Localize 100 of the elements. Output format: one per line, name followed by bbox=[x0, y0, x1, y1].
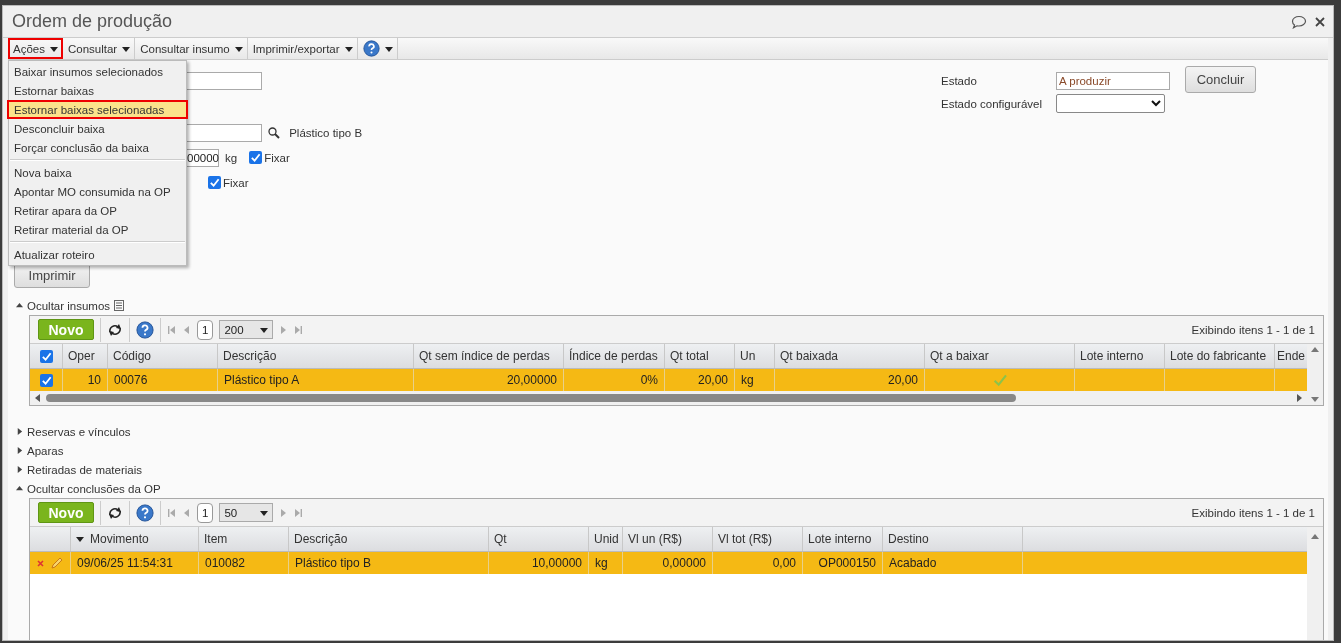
table-cell: Plástico tipo B bbox=[289, 552, 489, 574]
field-label: Estado bbox=[941, 75, 978, 87]
conclude-button[interactable]: Concluir bbox=[1185, 66, 1256, 93]
caret-icon bbox=[384, 44, 393, 53]
pencil-icon[interactable] bbox=[50, 556, 63, 570]
scroll-up-icon bbox=[1311, 346, 1319, 354]
product-name: Plástico tipo B bbox=[288, 126, 363, 139]
scroll-up-icon bbox=[1311, 533, 1319, 541]
column-header[interactable]: Vl un (R$) bbox=[623, 527, 713, 551]
help-icon[interactable] bbox=[136, 320, 154, 339]
checkbox-label: Fixar bbox=[264, 151, 290, 164]
scroll-down-icon bbox=[1311, 395, 1319, 403]
menu-item[interactable]: Nova baixa bbox=[9, 163, 186, 182]
column-header[interactable]: Unid bbox=[589, 527, 623, 551]
field-label: Estado configurável bbox=[941, 97, 1043, 110]
caret-icon bbox=[344, 44, 353, 53]
help-icon[interactable] bbox=[362, 40, 380, 57]
caret-icon bbox=[49, 44, 58, 53]
column-header[interactable]: Lote interno bbox=[1075, 344, 1165, 368]
caret-icon bbox=[16, 302, 23, 309]
column-header[interactable]: Oper bbox=[63, 344, 108, 368]
table-cell: Acabado bbox=[883, 552, 1023, 574]
table-cell: 10,00000 bbox=[489, 552, 589, 574]
refresh-icon[interactable] bbox=[107, 322, 123, 337]
table-cell: 09/06/25 11:54:31 bbox=[71, 552, 199, 574]
row-checkbox[interactable] bbox=[39, 373, 53, 387]
table-row[interactable]: 09/06/25 11:54:31 010082 Plástico tipo B 10,00000 kg 0,00000 0,00 OP000150 Acabado bbox=[30, 552, 1307, 574]
column-header[interactable]: Un bbox=[735, 344, 775, 368]
caret-icon bbox=[260, 325, 269, 334]
page-size-select[interactable]: 50 bbox=[219, 503, 274, 522]
column-header[interactable]: Lote do fabricante bbox=[1165, 344, 1275, 368]
menu-button[interactable]: Consultar insumo bbox=[135, 38, 248, 59]
column-header[interactable]: Índice de perdas bbox=[564, 344, 665, 368]
menu-item[interactable]: Apontar MO consumida na OP bbox=[9, 182, 186, 201]
check-icon bbox=[209, 177, 220, 188]
menu-button[interactable]: Consultar bbox=[62, 38, 136, 59]
caret-icon bbox=[16, 447, 23, 454]
menu-item[interactable]: Retirar apara da OP bbox=[9, 201, 186, 220]
state-select[interactable] bbox=[1056, 94, 1165, 113]
caret-icon bbox=[76, 535, 84, 543]
section-toggle[interactable]: Reservas e vínculos bbox=[8, 422, 1328, 441]
window-title: Ordem de produção bbox=[12, 11, 173, 32]
column-header[interactable]: Código bbox=[108, 344, 218, 368]
input-field[interactable] bbox=[184, 71, 262, 90]
table-cell: 0,00 bbox=[713, 552, 803, 574]
items-summary: Exibindo itens 1 - 1 de 1 bbox=[1191, 506, 1315, 519]
column-header[interactable]: Qt a baixar bbox=[925, 344, 1075, 368]
table-cell: 010082 bbox=[199, 552, 289, 574]
scrollbar-thumb[interactable] bbox=[46, 394, 1016, 402]
menu-item[interactable]: Estornar baixas selecionadas bbox=[7, 100, 188, 119]
search-icon[interactable] bbox=[268, 126, 280, 139]
table-row[interactable]: 10 00076 Plástico tipo A 20,00000 0% 20,00 kg 20,00 bbox=[30, 369, 1307, 391]
page-number-field[interactable]: 1 bbox=[197, 319, 214, 340]
help-icon[interactable] bbox=[136, 503, 154, 522]
check-icon bbox=[40, 374, 52, 386]
refresh-icon[interactable] bbox=[107, 505, 123, 520]
menu-item[interactable]: Baixar insumos selecionados bbox=[9, 62, 186, 81]
column-header[interactable]: Qt bbox=[489, 527, 589, 551]
menu-item[interactable]: Retirar material da OP bbox=[9, 220, 186, 239]
input-field[interactable] bbox=[184, 123, 262, 142]
list-icon[interactable] bbox=[114, 300, 125, 311]
section-toggle[interactable]: Aparas bbox=[8, 441, 1328, 460]
page-number-field[interactable]: 1 bbox=[197, 502, 214, 523]
items-summary: Exibindo itens 1 - 1 de 1 bbox=[1191, 323, 1315, 336]
menu-item[interactable]: Desconcluir baixa bbox=[9, 119, 186, 138]
check-icon bbox=[40, 350, 52, 362]
caret-icon bbox=[16, 428, 23, 435]
section-toggle[interactable]: Ocultar conclusões da OP bbox=[8, 479, 1328, 498]
menu-button[interactable]: Imprimir/exportar bbox=[247, 38, 358, 59]
close-icon[interactable] bbox=[1315, 16, 1325, 27]
page-size-select[interactable]: 200 bbox=[219, 320, 274, 339]
checkbox[interactable] bbox=[208, 176, 221, 189]
caret-icon bbox=[122, 44, 131, 53]
menu-item[interactable]: Atualizar roteiro bbox=[9, 245, 186, 264]
caret-icon bbox=[16, 485, 23, 492]
caret-icon bbox=[234, 44, 243, 53]
select-all-checkbox[interactable] bbox=[39, 349, 53, 363]
section-toggle[interactable]: Retiradas de materiais bbox=[8, 460, 1328, 479]
column-header[interactable]: Qt total bbox=[665, 344, 735, 368]
column-header[interactable]: Descrição bbox=[218, 344, 414, 368]
section-toggle[interactable]: Ocultar insumos bbox=[8, 296, 1328, 315]
column-header[interactable]: Vl tot (R$) bbox=[713, 527, 803, 551]
column-header[interactable]: Qt baixada bbox=[775, 344, 925, 368]
checkbox[interactable] bbox=[249, 151, 263, 164]
column-header[interactable]: Movimento bbox=[71, 527, 199, 551]
menu-item[interactable]: Forçar conclusão da baixa bbox=[9, 138, 186, 157]
column-header[interactable]: Destino bbox=[883, 527, 1023, 551]
column-header[interactable]: Lote interno bbox=[803, 527, 883, 551]
menu-item[interactable]: Estornar baixas bbox=[9, 81, 186, 100]
column-header[interactable]: Qt sem índice de perdas bbox=[414, 344, 564, 368]
scroll-left-icon bbox=[34, 394, 42, 402]
column-header[interactable]: Descrição bbox=[289, 527, 489, 551]
column-header[interactable]: Item bbox=[199, 527, 289, 551]
table-cell: kg bbox=[589, 552, 623, 574]
menu-button[interactable]: Ações bbox=[8, 38, 63, 59]
delete-icon[interactable] bbox=[37, 559, 44, 567]
caret-icon bbox=[260, 508, 269, 517]
state-field[interactable]: A produzir bbox=[1056, 72, 1170, 90]
speech-bubble-icon[interactable] bbox=[1291, 14, 1307, 29]
chevron-down-icon bbox=[1151, 100, 1161, 107]
